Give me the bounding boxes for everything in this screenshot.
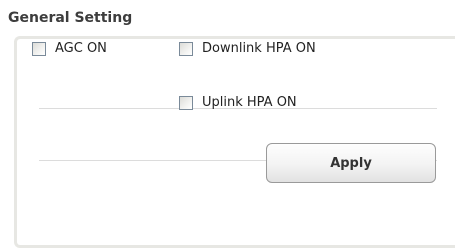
downlink-hpa-on-checkbox[interactable] (179, 41, 193, 56)
apply-button[interactable]: Apply (266, 143, 436, 183)
uplink-hpa-on-option[interactable]: Uplink HPA ON (179, 95, 297, 110)
agc-on-label: AGC ON (55, 41, 107, 56)
uplink-hpa-on-label: Uplink HPA ON (202, 95, 297, 110)
downlink-hpa-on-option[interactable]: Downlink HPA ON (179, 41, 316, 56)
general-setting-panel (14, 36, 455, 248)
agc-on-checkbox[interactable] (32, 41, 46, 56)
section-title: General Setting (8, 10, 133, 26)
downlink-hpa-on-label: Downlink HPA ON (202, 41, 316, 56)
uplink-hpa-on-checkbox[interactable] (179, 95, 193, 110)
agc-on-option[interactable]: AGC ON (32, 41, 107, 56)
